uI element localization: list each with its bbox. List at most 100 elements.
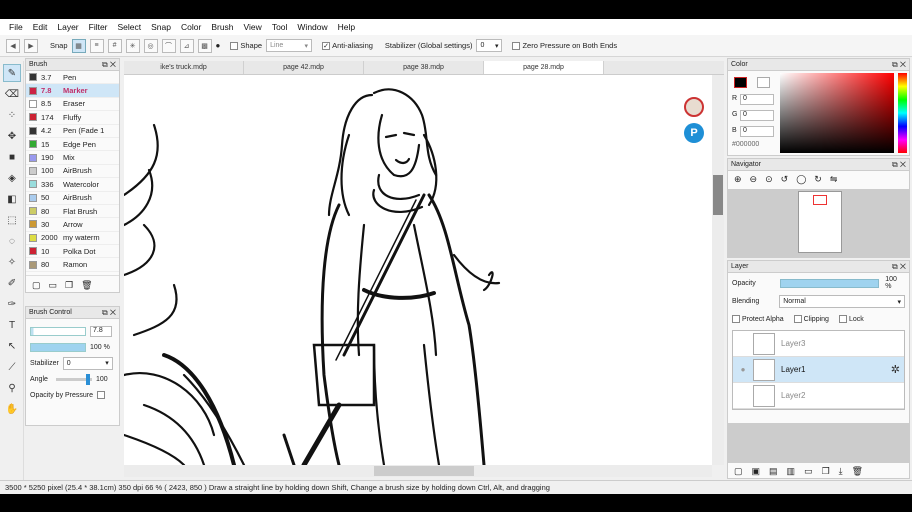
rect-tool-icon[interactable]: ■ (3, 148, 21, 166)
stabilizer-select[interactable]: 0 ▾ (476, 39, 503, 52)
new-folder-icon[interactable]: ▭ (804, 466, 813, 477)
opacity-slider[interactable] (30, 342, 86, 352)
tab-page-42[interactable]: page 42.mdp (244, 61, 364, 74)
opacity-pressure-checkbox[interactable] (97, 391, 106, 399)
menu-help[interactable]: Help (333, 22, 360, 32)
snap-radial-icon[interactable]: ✳ (125, 38, 140, 53)
menu-tool[interactable]: Tool (267, 22, 293, 32)
select-tool-icon[interactable]: ⬚ (3, 211, 21, 229)
size-value[interactable]: 7.8 (90, 325, 112, 337)
foreground-color-swatch[interactable] (734, 77, 747, 88)
menu-snap[interactable]: Snap (146, 22, 176, 32)
copy-brush-icon[interactable]: ❐ (65, 280, 73, 291)
hand-tool-icon[interactable]: ✋ (3, 400, 21, 418)
brush-item[interactable]: 80 Ramon (26, 258, 119, 272)
folder-icon[interactable]: ▭ (49, 280, 58, 291)
user-avatar-icon[interactable] (684, 97, 704, 117)
snap-parallel-icon[interactable]: ≡ (89, 38, 104, 53)
panel-close-icon[interactable]: ⧉ ✕ (892, 60, 906, 70)
gear-icon[interactable]: ✲ (891, 363, 900, 376)
color-saturation-picker[interactable] (780, 73, 894, 153)
brush-item[interactable]: 8.5 Eraser (26, 98, 119, 112)
tab-page-28[interactable]: page 28.mdp (484, 61, 604, 74)
blending-select[interactable]: Normal ▾ (779, 295, 905, 308)
panel-close-icon[interactable]: ⧉ ✕ (102, 308, 116, 318)
brush-item[interactable]: 174 Fluffy (26, 111, 119, 125)
antialias-checkbox[interactable]: ✓ Anti-aliasing (322, 41, 373, 50)
pixiv-icon[interactable]: P (684, 123, 704, 143)
duplicate-layer-icon[interactable]: ❐ (822, 466, 830, 477)
navigator-viewport[interactable] (813, 195, 827, 205)
zoom-in-icon[interactable]: ⊕ (734, 174, 742, 185)
brush-item[interactable]: 15 Edge Pen (26, 138, 119, 152)
layer-row-layer1[interactable]: ● Layer1 ✲ (733, 357, 904, 383)
size-slider[interactable] (30, 326, 86, 336)
horizontal-scrollbar[interactable] (124, 465, 712, 477)
zoom-fit-icon[interactable]: ⊙ (765, 174, 773, 185)
fill-tool-icon[interactable]: ◈ (3, 169, 21, 187)
brush-tool-icon[interactable]: ✎ (3, 64, 21, 82)
menu-edit[interactable]: Edit (28, 22, 53, 32)
merge-down-icon[interactable]: ⤓ (839, 466, 843, 477)
delete-layer-icon[interactable]: 🗑 (852, 466, 863, 477)
snap-curve-icon[interactable]: ⌒ (161, 38, 176, 53)
brush-item[interactable]: 4.2 Pen (Fade 1 (26, 125, 119, 138)
brush-item[interactable]: 10 Polka Dot (26, 245, 119, 259)
angle-slider-handle[interactable] (86, 373, 90, 385)
vertical-scrollbar[interactable] (712, 75, 724, 465)
gradient-tool-icon[interactable]: ◧ (3, 190, 21, 208)
g-input[interactable]: 0 (740, 110, 774, 121)
dot-tool-icon[interactable]: ⁘ (3, 106, 21, 124)
new-8bit-layer-icon[interactable]: ▤ (769, 466, 778, 477)
brush-item[interactable]: 50 AirBrush (26, 192, 119, 205)
move-tool-icon[interactable]: ✥ (3, 127, 21, 145)
snap-grid-icon[interactable]: # (107, 38, 122, 53)
snap-settings-icon[interactable]: ▩ (197, 38, 212, 53)
snap-circle-icon[interactable]: ◎ (143, 38, 158, 53)
brush-item[interactable]: 2000 my waterm (26, 232, 119, 246)
arrow-right-icon[interactable]: ▶ (24, 38, 38, 53)
rotate-right-icon[interactable]: ↻ (814, 174, 822, 185)
snap-vanish-icon[interactable]: ⊿ (179, 38, 194, 53)
eyedropper-icon[interactable]: ⚲ (3, 379, 21, 397)
b-input[interactable]: 0 (740, 126, 774, 137)
protect-alpha-checkbox[interactable]: Protect Alpha (732, 315, 784, 323)
eraser-tool-icon[interactable]: ⌫ (3, 85, 21, 103)
menu-color[interactable]: Color (176, 22, 206, 32)
menu-brush[interactable]: Brush (206, 22, 238, 32)
select-pen-icon[interactable]: ✐ (3, 274, 21, 292)
divide-tool-icon[interactable]: ⟋ (3, 358, 21, 376)
menu-view[interactable]: View (239, 22, 267, 32)
panel-close-icon[interactable]: ⧉ ✕ (102, 60, 116, 70)
horizontal-scroll-thumb[interactable] (374, 466, 474, 476)
vertical-scroll-thumb[interactable] (713, 175, 723, 215)
brush-item[interactable]: 80 Flat Brush (26, 205, 119, 219)
clipping-checkbox[interactable]: Clipping (793, 315, 829, 323)
new-halftone-layer-icon[interactable]: ▣ (752, 466, 761, 477)
rotate-left-icon[interactable]: ↺ (781, 174, 789, 185)
r-input[interactable]: 0 (740, 94, 774, 105)
new-brush-icon[interactable]: ▢ (32, 280, 41, 291)
lasso-tool-icon[interactable]: ◌ (3, 232, 21, 250)
rotate-reset-icon[interactable]: ◯ (796, 174, 806, 185)
panel-close-icon[interactable]: ⧉ ✕ (892, 262, 906, 272)
brush-item[interactable]: 30 Arrow (26, 218, 119, 232)
zoom-out-icon[interactable]: ⊖ (750, 174, 758, 185)
menu-file[interactable]: File (4, 22, 28, 32)
shape-select[interactable]: Line ▾ (266, 39, 313, 52)
delete-brush-icon[interactable]: 🗑 (81, 280, 92, 291)
text-tool-icon[interactable]: T (3, 316, 21, 334)
brush-item[interactable]: 3.7 Pen (26, 71, 119, 85)
operation-tool-icon[interactable]: ↖ (3, 337, 21, 355)
magic-wand-icon[interactable]: ✧ (3, 253, 21, 271)
zero-pressure-checkbox[interactable]: Zero Pressure on Both Ends (512, 41, 617, 50)
menu-window[interactable]: Window (292, 22, 332, 32)
brush-item[interactable]: 7.8 Marker (26, 84, 119, 98)
drawing-canvas[interactable]: P (124, 75, 712, 465)
layer-opacity-slider[interactable] (779, 278, 880, 288)
tab-page-38[interactable]: page 38.mdp (364, 61, 484, 74)
menu-layer[interactable]: Layer (52, 22, 83, 32)
lock-checkbox[interactable]: Lock (838, 315, 864, 323)
snap-off-icon[interactable]: ▦ (71, 38, 86, 53)
brush-item[interactable]: 336 Watercolor (26, 178, 119, 192)
